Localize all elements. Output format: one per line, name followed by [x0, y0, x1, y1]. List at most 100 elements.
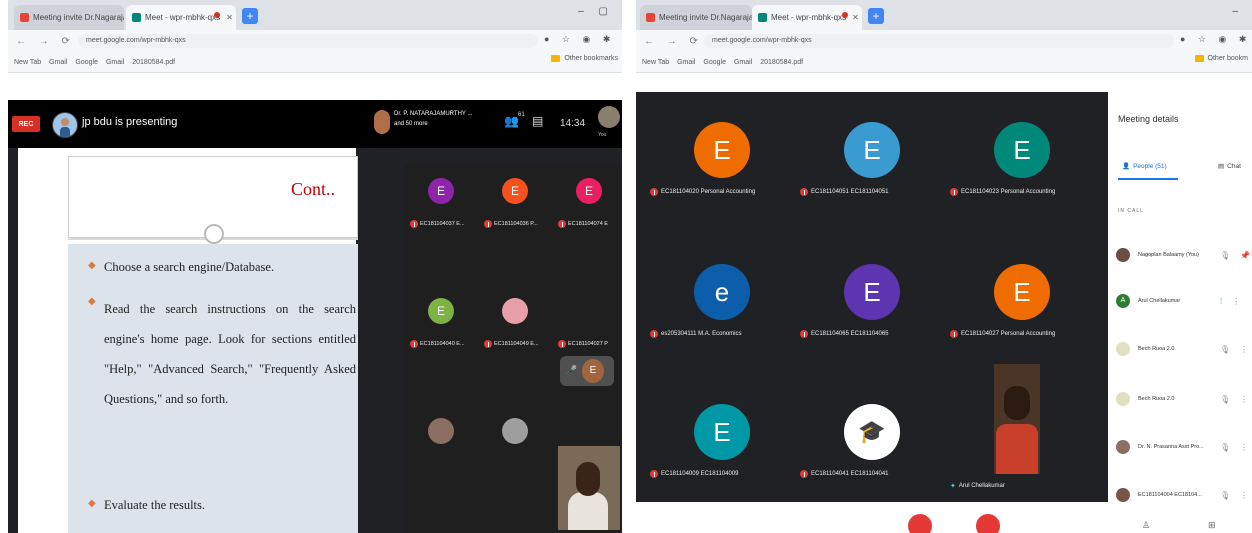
participant-tile[interactable]: E EC181104009 EC181104009	[646, 392, 796, 492]
other-bookmarks[interactable]: Other bookmarks	[551, 55, 618, 62]
participant-row[interactable]: Dr. N. Prasanna Asst Pro... 🎙 ⋮	[1116, 436, 1252, 458]
new-tab-button[interactable]: +	[868, 8, 884, 24]
participant-name-row: es205304111 M.A. Economics	[650, 330, 742, 338]
floating-participant-controls[interactable]: 🎤 E	[560, 356, 614, 386]
bookmark-item[interactable]: Gmail	[106, 59, 124, 66]
left-browser-window: Meeting invite Dr.Nagaraja D.I Meet - wp…	[8, 0, 622, 533]
video-person-face	[576, 462, 600, 496]
tab-meeting-invite[interactable]: Meeting invite Dr.Nagaraja D.I	[14, 5, 124, 30]
participant-tile[interactable]: 🎓 EC181104041 EC181104041	[796, 392, 946, 492]
bookmark-item[interactable]: 20180584.pdf	[760, 59, 803, 66]
participant-row[interactable]: Nagoplan Balaamy (You) 🎙 📌	[1116, 244, 1252, 266]
avatar	[1116, 488, 1130, 502]
url-field[interactable]: meet.google.com/wpr-mbhk-qxs	[704, 34, 1174, 48]
participant-tile[interactable]: E EC181104074 E	[554, 164, 622, 242]
people-count: 61	[518, 112, 525, 118]
address-bar: ← → ⟳ ⌂ meet.google.com/wpr-mbhk-qxs ● ☆…	[636, 30, 1252, 52]
more-options-icon[interactable]: ⋮	[1240, 395, 1248, 404]
avatar: A	[1116, 294, 1130, 308]
muted-mic-icon	[558, 340, 566, 348]
slide-title: Cont..	[290, 179, 335, 199]
participant-name-row: EC181104065 EC181104065	[800, 330, 889, 338]
participant-avatar: E	[576, 178, 602, 204]
tab-meet[interactable]: Meet - wpr-mbhk-qxs ✕	[126, 5, 236, 30]
participant-tile[interactable]	[480, 404, 550, 482]
participant-tile[interactable]: EC181104049 E...	[480, 284, 550, 362]
participant-row[interactable]: A Arul Chellakumar ⁞ ⋮	[1116, 290, 1252, 312]
bookmark-item[interactable]: New Tab	[642, 59, 669, 66]
presenting-text: jp bdu is presenting	[82, 116, 178, 128]
participant-tile[interactable]: E EC181104020 Personal Accounting	[646, 110, 796, 210]
bookmark-item[interactable]: Google	[75, 59, 98, 66]
people-icon[interactable]: 👥	[504, 114, 519, 128]
more-options-icon[interactable]: ⋮	[1240, 491, 1248, 500]
participant-row[interactable]: Bech Ruoa 2.0 🎙 ⋮	[1116, 388, 1252, 410]
mic-off-button[interactable]	[908, 514, 932, 533]
rec-badge: REC	[12, 116, 40, 132]
bullet-icon: ◆	[88, 498, 96, 509]
more-options-icon[interactable]: ⋮	[1240, 443, 1248, 452]
participant-tile[interactable]: E EC181104027 Personal Accounting	[946, 252, 1096, 352]
participant-tile[interactable]: E EC181104065 EC181104065	[796, 252, 946, 352]
bullet-text: Read the search instructions on the sear…	[104, 302, 356, 406]
bookmark-item[interactable]: Gmail	[677, 59, 695, 66]
bookmark-item[interactable]: Gmail	[734, 59, 752, 66]
bookmark-item[interactable]: 20180584.pdf	[132, 59, 175, 66]
slide-bullet: ◆ Read the search instructions on the se…	[88, 294, 356, 414]
share-icon[interactable]: ⊞	[1208, 520, 1216, 531]
mic-icon[interactable]: 🎤	[566, 365, 577, 376]
participant-row[interactable]: EC181104004 EC18104... 🎙 ⋮	[1116, 484, 1252, 506]
participant-name: Bech Ruoa 2.0	[1138, 346, 1175, 352]
bookmark-item[interactable]: Google	[703, 59, 726, 66]
tab-meeting-invite[interactable]: Meeting invite Dr.Nagaraja D.I	[640, 5, 752, 30]
participant-tile[interactable]: E EC181104036 P...	[480, 164, 550, 242]
video-name-row: ✦ Arul Chellakumar	[950, 482, 1005, 490]
participant-tile[interactable]	[406, 404, 476, 482]
tab-chat[interactable]: ▤ Chat	[1218, 162, 1241, 171]
participant-avatar: E	[428, 178, 454, 204]
add-people-icon[interactable]: ♙	[1142, 520, 1150, 531]
muted-mic-icon	[950, 330, 958, 338]
video-person-body	[996, 424, 1038, 474]
tab-label: People (51)	[1133, 162, 1167, 170]
pin-icon[interactable]: 📌	[1240, 251, 1250, 260]
muted-mic-icon	[800, 470, 808, 478]
participant-name: EC181104074 E	[568, 221, 608, 227]
participant-tile[interactable]: E EC181104023 Personal Accounting	[946, 110, 1096, 210]
bullet-icon: ◆	[88, 296, 96, 307]
participant-name: EC181104023 Personal Accounting	[961, 189, 1056, 195]
new-tab-button[interactable]: +	[242, 8, 258, 24]
more-options-icon[interactable]: ⋮	[1240, 345, 1248, 354]
host-info: Dr. P. NATARAJAMURTHY ... and 50 more	[394, 109, 472, 129]
bookmark-item[interactable]: Gmail	[49, 59, 67, 66]
participant-name-row: EC181104027 Personal Accounting	[950, 330, 1055, 338]
muted-mic-icon	[650, 330, 658, 338]
close-tab-icon[interactable]: ✕	[852, 13, 859, 22]
other-bookmarks[interactable]: Other bookm	[1194, 55, 1248, 62]
close-tab-icon[interactable]: ✕	[226, 13, 233, 22]
url-field[interactable]: meet.google.com/wpr-mbhk-qxs	[78, 34, 538, 48]
slide-bullet: ◆ Evaluate the results.	[88, 496, 356, 514]
bullet-icon: ◆	[88, 260, 96, 271]
address-bar: ← → ⟳ ⌂ meet.google.com/wpr-mbhk-qxs ● ☆…	[8, 30, 622, 52]
chat-icon[interactable]: ▤	[532, 114, 543, 128]
window-controls[interactable]: – ▢	[578, 6, 614, 17]
participant-tile[interactable]: E EC181104051 EC181104051	[796, 110, 946, 210]
camera-off-button[interactable]	[976, 514, 1000, 533]
other-bookmarks-label: Other bookm	[1207, 55, 1248, 62]
participant-avatar: E	[694, 122, 750, 178]
participant-row[interactable]: Bech Ruoa 2.0 🎙 ⋮	[1116, 338, 1252, 360]
bookmark-item[interactable]: New Tab	[14, 59, 41, 66]
participant-tile[interactable]: e es205304111 M.A. Economics	[646, 252, 796, 352]
extensions-icon[interactable]: ● ☆ ◉ ✱	[1180, 34, 1251, 45]
window-controls[interactable]: –	[1232, 6, 1244, 17]
tab-title: Meeting invite Dr.Nagaraja D.I	[659, 13, 752, 22]
tab-people[interactable]: 👤 People (51)	[1122, 162, 1167, 171]
participant-tile[interactable]: E EC181104037 E...	[406, 164, 476, 242]
bullet-text: Choose a search engine/Database.	[104, 260, 275, 274]
participant-name: Bech Ruoa 2.0	[1138, 396, 1175, 402]
more-options-icon[interactable]: ⋮	[1232, 297, 1240, 306]
extensions-icon[interactable]: ● ☆ ◉ ✱	[544, 34, 615, 45]
participant-tile[interactable]: E EC181104040 E...	[406, 284, 476, 362]
participant-tile[interactable]: EC181104027 P	[554, 284, 622, 362]
